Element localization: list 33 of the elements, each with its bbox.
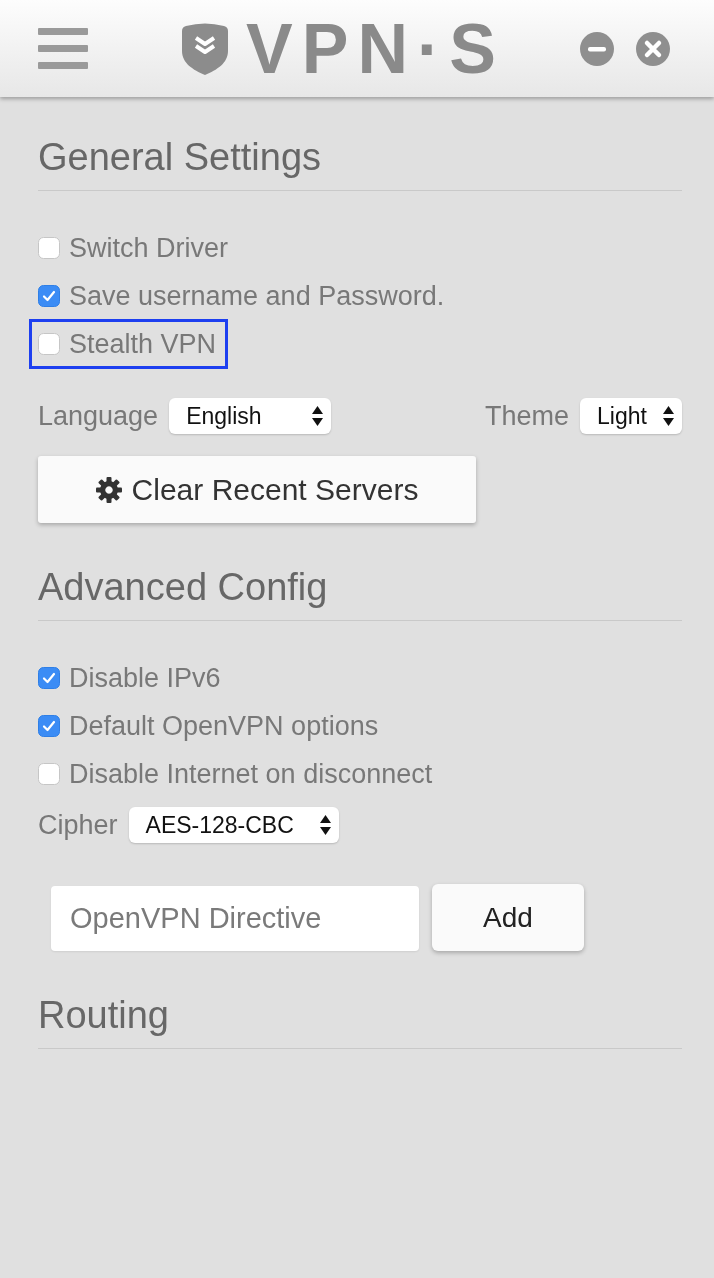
up-down-arrows-icon (663, 406, 674, 426)
field-label: Theme (484, 402, 569, 430)
up-down-arrows-icon (319, 815, 331, 835)
checkbox-label[interactable]: Disable IPv6 (69, 664, 221, 692)
checkbox-label[interactable]: Stealth VPN (69, 330, 217, 358)
checkbox-label[interactable]: Disable Internet on disconnect (69, 760, 433, 788)
checkbox-label[interactable]: Default OpenVPN options (69, 712, 379, 740)
checkbox[interactable] (38, 763, 60, 785)
checkbox[interactable] (38, 715, 60, 737)
clear-servers-button[interactable]: Clear Recent Servers (38, 456, 476, 523)
field-label: Language (38, 402, 159, 430)
checkbox[interactable] (38, 667, 60, 689)
checkbox[interactable] (38, 285, 60, 307)
add-button[interactable]: Add (432, 884, 584, 951)
minimize-icon[interactable] (580, 31, 614, 66)
checkbox[interactable] (38, 237, 60, 259)
logo-text: VPN·S (246, 13, 505, 84)
menu-icon[interactable] (38, 28, 88, 69)
up-down-arrows-icon (312, 406, 324, 426)
section-heading: General Settings (38, 135, 682, 191)
dropdown[interactable]: AES-128-CBC (128, 807, 339, 843)
shield-logo-icon (182, 22, 228, 75)
gear-icon (95, 476, 122, 503)
field-label: Cipher (38, 811, 118, 839)
section-heading: Advanced Config (38, 565, 682, 621)
dropdown[interactable]: Light (580, 398, 682, 434)
checkbox-label[interactable]: Switch Driver (69, 234, 229, 262)
checkbox-label[interactable]: Save username and Password. (69, 282, 445, 310)
dropdown[interactable]: English (169, 398, 332, 434)
close-icon[interactable] (636, 31, 670, 66)
section-heading: Routing (38, 993, 682, 1049)
directive-input[interactable]: OpenVPN Directive (51, 886, 419, 951)
checkbox[interactable] (38, 333, 60, 355)
